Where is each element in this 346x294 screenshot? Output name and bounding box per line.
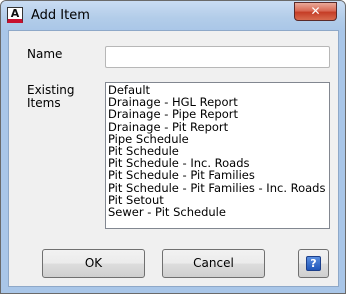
dialog-window: A Add Item ✕ Name Existing Items Default…	[0, 0, 346, 294]
existing-items-list[interactable]: Default Drainage - HGL Report Drainage -…	[105, 82, 330, 229]
cancel-button[interactable]: Cancel	[162, 249, 265, 278]
name-label: Name	[27, 47, 63, 61]
name-input[interactable]	[105, 46, 330, 68]
list-item[interactable]: Drainage - Pit Report	[108, 120, 327, 132]
list-item[interactable]: Drainage - Pipe Report	[108, 108, 327, 120]
app-icon: A	[7, 7, 23, 23]
help-button[interactable]: ?	[298, 249, 329, 278]
existing-items-label-line2: Items	[27, 96, 61, 110]
window-title: Add Item	[31, 8, 90, 23]
dialog-body: Name Existing Items Default Drainage - H…	[8, 30, 339, 287]
ok-button[interactable]: OK	[42, 249, 145, 278]
existing-items-label-line1: Existing	[27, 83, 75, 97]
list-item[interactable]: Pit Schedule - Pit Families	[108, 169, 327, 181]
list-item[interactable]: Sewer - Pit Schedule	[108, 206, 327, 218]
help-icon: ?	[306, 256, 321, 271]
title-bar[interactable]: A Add Item ✕	[1, 1, 345, 31]
close-button[interactable]: ✕	[294, 2, 337, 21]
close-icon: ✕	[310, 4, 321, 18]
list-item[interactable]: Pit Schedule - Pit Families - Inc. Roads	[108, 181, 327, 193]
